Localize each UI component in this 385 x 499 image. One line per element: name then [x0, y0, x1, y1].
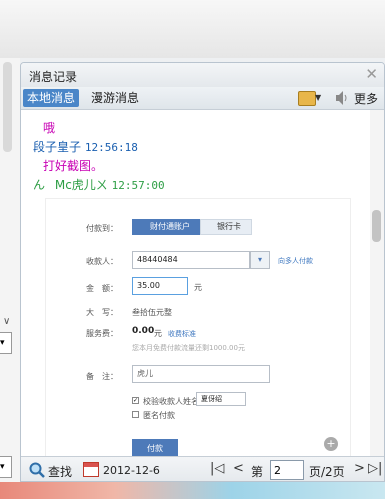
message-history-window: 消息记录 ✕ 本地消息 漫游消息 ▼ 更多 哦 段子皇子 12:56:18 打好…: [20, 62, 385, 482]
amount-label: 金 额：: [86, 284, 118, 293]
message-time: 12:56:18: [84, 141, 138, 154]
tab-roaming-messages[interactable]: 漫游消息: [87, 89, 143, 107]
screenshot-image[interactable]: 付款到： 财付通账户 银行卡 收款人： 48440484 ▾ 向多人付款 金 额…: [45, 198, 351, 457]
next-page-icon[interactable]: >: [354, 461, 365, 476]
sender-name: 段子皇子: [33, 140, 82, 154]
export-dropdown-arrow[interactable]: ▼: [315, 93, 321, 102]
uppercase-label: 大 写：: [86, 308, 118, 317]
remark-field: 虎儿: [132, 365, 270, 383]
message-header: 段子皇子 12:56:18: [33, 138, 138, 155]
anonymous-label: 匿名付款: [143, 411, 175, 420]
first-page-icon[interactable]: |◁: [210, 461, 224, 476]
fee-value: 0.00: [132, 326, 155, 336]
message-header: ん Mc虎儿ㄨ 12:57:00: [33, 176, 165, 193]
magnifier-icon[interactable]: [29, 462, 45, 478]
page-number-input[interactable]: [270, 460, 304, 480]
verify-name-field: 夏伢绍: [196, 392, 246, 406]
background-dropdown-2[interactable]: ▾: [0, 456, 12, 478]
chevron-down-icon: ∨: [3, 316, 11, 327]
fee-unit: 元: [154, 329, 162, 338]
fee-label: 服务费：: [86, 329, 118, 338]
export-icon[interactable]: [298, 91, 316, 106]
scroll-thumb[interactable]: [372, 210, 381, 242]
tabs-bar: 本地消息 漫游消息 ▼ 更多: [21, 87, 384, 110]
find-button[interactable]: 查找: [48, 463, 72, 480]
verify-label: 校验收款人姓名: [143, 397, 199, 406]
fee-standard-link: 收费标准: [168, 330, 196, 338]
date-selector[interactable]: 2012-12-6: [103, 464, 160, 477]
message-list: 哦 段子皇子 12:56:18 打好截图。 ん Mc虎儿ㄨ 12:57:00 付…: [21, 110, 371, 457]
contact-icon: ▾: [250, 251, 270, 269]
background-scrollbar: [3, 62, 12, 152]
last-page-icon[interactable]: ▷|: [368, 461, 382, 476]
uppercase-value: 叁拾伍元整: [132, 308, 172, 317]
window-title: 消息记录: [29, 70, 78, 84]
remark-label: 备 注：: [86, 372, 118, 381]
more-button[interactable]: 更多: [354, 90, 378, 107]
tab-bank-card: 银行卡: [200, 219, 252, 235]
receiver-field: 48440484: [132, 251, 250, 269]
fee-note: 您本月免费付款流量还剩1000.00元: [132, 344, 245, 352]
desktop-background: [0, 0, 385, 58]
page-suffix: 页/2页: [309, 465, 345, 479]
page-prefix: 第: [251, 465, 264, 479]
bottom-toolbar: 查找 2012-12-6 |◁ < 第 页/2页 > ▷|: [21, 456, 384, 481]
title-bar: 消息记录 ✕: [21, 63, 384, 87]
message-text: 哦: [43, 121, 56, 135]
speaker-icon[interactable]: [335, 90, 349, 106]
amount-unit: 元: [194, 283, 202, 292]
verify-checkbox: ✓: [132, 397, 139, 404]
desktop-strip: [0, 482, 385, 499]
sender-name: Mc虎儿ㄨ: [54, 178, 108, 192]
background-dropdown[interactable]: ▾: [0, 332, 12, 354]
close-icon[interactable]: ✕: [365, 65, 378, 83]
prev-page-icon[interactable]: <: [233, 461, 244, 476]
calendar-icon[interactable]: [83, 462, 99, 477]
message-text: 打好截图。: [43, 159, 104, 173]
anonymous-checkbox: [132, 411, 139, 418]
message-time: 12:57:00: [111, 179, 165, 192]
tab-local-messages[interactable]: 本地消息: [23, 89, 80, 107]
zoom-in-icon[interactable]: +: [324, 437, 338, 451]
message-scrollbar[interactable]: [370, 110, 384, 457]
multi-pay-link: 向多人付款: [278, 257, 313, 265]
tab-account: 财付通账户: [132, 219, 200, 235]
receiver-label: 收款人：: [86, 257, 118, 266]
sender-prefix: ん: [33, 178, 46, 192]
pay-button: 付款: [132, 439, 178, 457]
pay-to-label: 付款到：: [86, 224, 118, 233]
amount-field: 35.00: [132, 277, 188, 295]
